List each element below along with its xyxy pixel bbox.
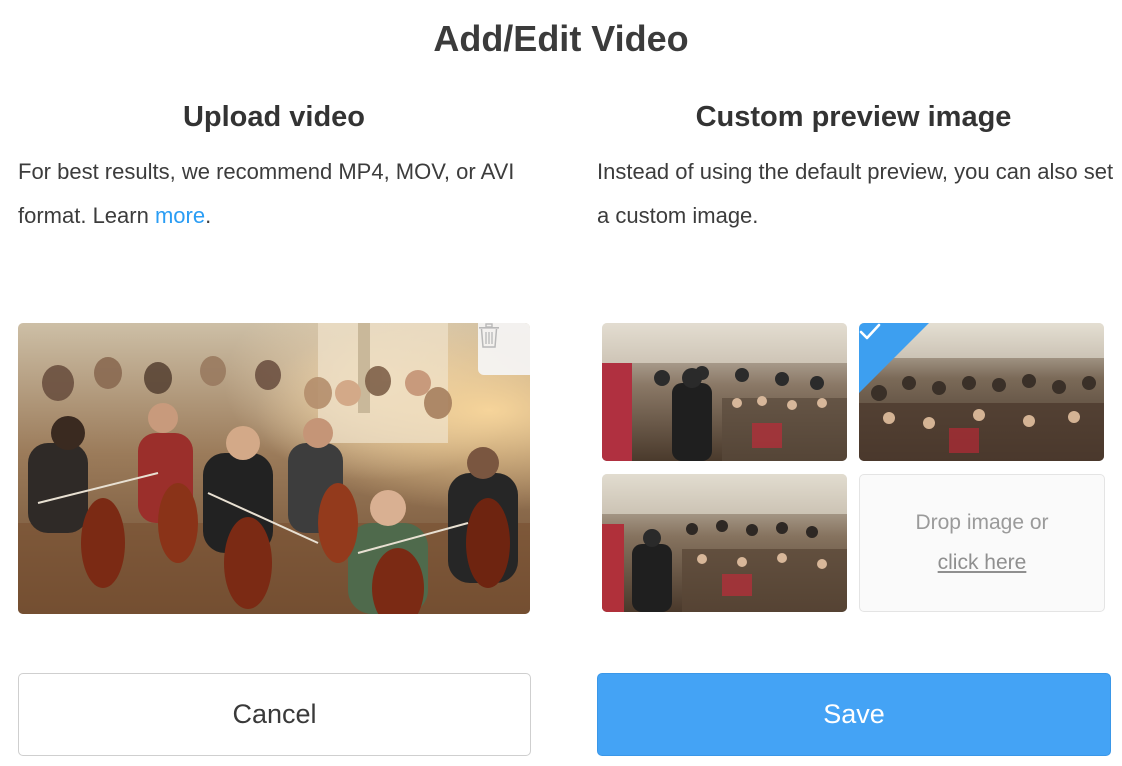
upload-description-suffix: . <box>205 203 212 228</box>
preview-thumbnail-1[interactable] <box>602 323 847 461</box>
preview-thumbnail-2-selected[interactable] <box>859 323 1104 461</box>
upload-video-description: For best results, we recommend MP4, MOV,… <box>18 150 538 238</box>
drop-zone-text: Drop image or <box>915 511 1049 534</box>
dialog-title: Add/Edit Video <box>433 18 689 59</box>
cancel-button[interactable]: Cancel <box>18 673 531 756</box>
trash-icon <box>479 323 499 348</box>
check-icon <box>859 323 881 340</box>
preview-thumbnail-3[interactable] <box>602 474 847 612</box>
thumbnail-image <box>602 474 847 612</box>
upload-description-text: For best results, we recommend MP4, MOV,… <box>18 159 515 228</box>
image-drop-zone[interactable]: Drop image or click here <box>859 474 1105 612</box>
save-button[interactable]: Save <box>597 673 1111 756</box>
thumbnail-image <box>602 323 847 461</box>
add-edit-video-dialog: Add/Edit Video Upload video For best res… <box>0 0 1122 766</box>
custom-preview-description: Instead of using the default preview, yo… <box>597 159 1114 228</box>
learn-more-link[interactable]: more <box>155 203 205 228</box>
video-frame-image <box>18 323 530 614</box>
delete-video-button[interactable] <box>478 323 530 375</box>
video-preview[interactable] <box>18 323 530 614</box>
upload-video-heading: Upload video <box>182 101 366 133</box>
custom-preview-heading: Custom preview image <box>695 101 1012 133</box>
click-here-link[interactable]: click here <box>938 543 1027 583</box>
